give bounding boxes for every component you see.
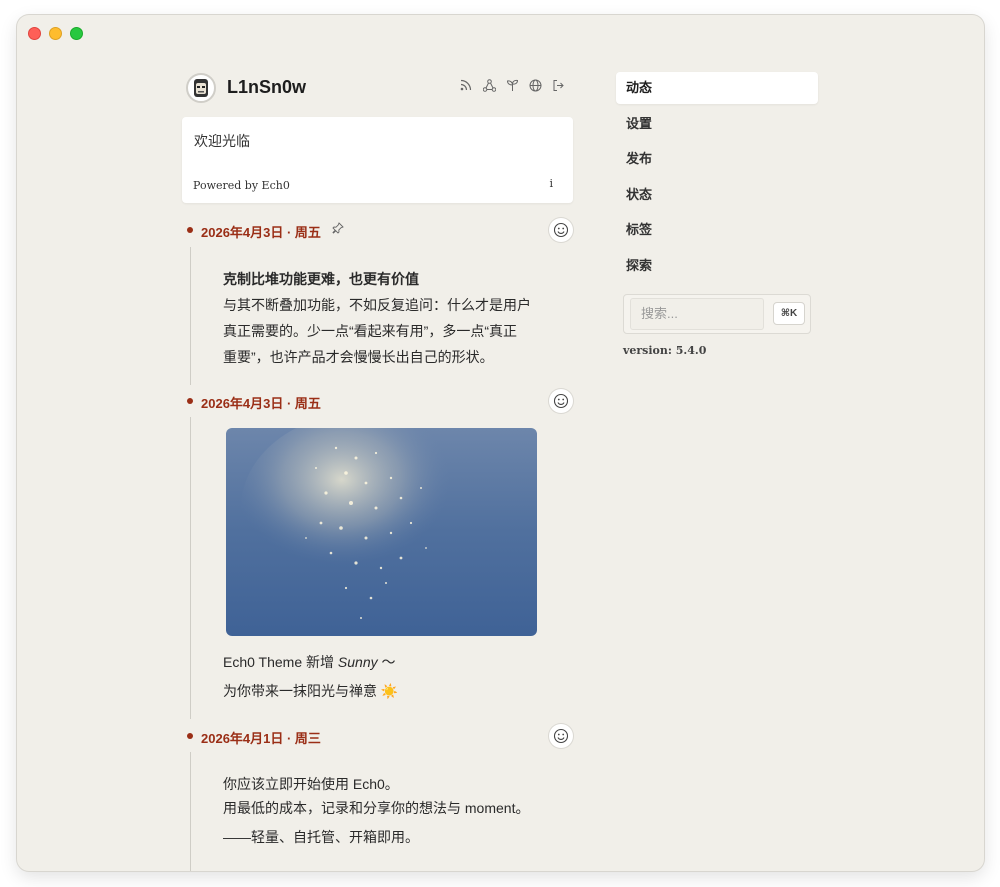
- welcome-text: 欢迎光临: [194, 133, 250, 149]
- post-line: Ech0 Theme 新增 Sunny ～: [223, 649, 553, 675]
- post-header: 2026年4月3日 · 周五: [182, 389, 573, 413]
- avatar[interactable]: [186, 73, 216, 103]
- reaction-button[interactable]: [549, 389, 573, 413]
- search-shortcut-button[interactable]: ⌘K: [773, 302, 805, 325]
- post-image[interactable]: [226, 428, 537, 636]
- logout-icon[interactable]: [551, 79, 565, 93]
- timeline-dot: [187, 733, 193, 739]
- timeline-line: [190, 247, 191, 385]
- post-date: 2026年4月3日 · 周五: [201, 396, 321, 411]
- search-input[interactable]: 搜索...: [630, 298, 764, 330]
- post-content: Ech0 Theme 新增 Sunny ～ 为你带来一抹阳光与禅意 ☀️: [223, 649, 553, 704]
- post-line: ——轻量、自托管、开箱即用。: [223, 829, 419, 845]
- rss-icon[interactable]: [459, 79, 473, 93]
- nav-item-tags[interactable]: 标签: [616, 214, 818, 246]
- close-window-button[interactable]: [28, 27, 41, 40]
- post-content: 克制比堆功能更难，也更有价值 与其不断叠加功能，不如反复追问：什么才是用户 真正…: [223, 267, 553, 370]
- nav-item-explore[interactable]: 探索: [616, 250, 818, 282]
- site-name[interactable]: L1nSn0w: [227, 77, 306, 98]
- share-icon[interactable]: [482, 79, 496, 93]
- nav-item-settings[interactable]: 设置: [616, 108, 818, 140]
- nav-item-moments[interactable]: 动态: [616, 72, 818, 104]
- profile-header: L1nSn0w: [185, 71, 575, 105]
- welcome-card: 欢迎光临 Powered by Ech0 i: [182, 117, 573, 203]
- nav-item-status[interactable]: 状态: [616, 179, 818, 211]
- timeline-line: [190, 417, 191, 719]
- timeline-line: [190, 752, 191, 871]
- post-text: Ech0 Theme 新增: [223, 654, 338, 670]
- info-icon[interactable]: i: [549, 177, 553, 190]
- post-line: 你应该立即开始使用 Ech0。: [223, 776, 399, 792]
- globe-icon[interactable]: [528, 79, 542, 93]
- post-line: 重要”，也许产品才会慢慢长出自己的形状。: [223, 349, 494, 365]
- nav-item-publish[interactable]: 发布: [616, 143, 818, 175]
- post-content: 你应该立即开始使用 Ech0。 用最低的成本，记录和分享你的想法与 moment…: [223, 772, 553, 849]
- post-line: 用最低的成本，记录和分享你的想法与 moment。: [223, 800, 530, 816]
- post-line: 为你带来一抹阳光与禅意 ☀️: [223, 683, 399, 699]
- post-title: 克制比堆功能更难，也更有价值: [223, 271, 419, 287]
- post-header: 2026年4月1日 · 周三: [182, 724, 573, 748]
- timeline-dot: [187, 227, 193, 233]
- minimize-window-button[interactable]: [49, 27, 62, 40]
- post-line: 真正需要的。少一点“看起来有用”，多一点“真正: [223, 323, 517, 339]
- reaction-button[interactable]: [549, 724, 573, 748]
- post-text-emphasis: Sunny: [337, 654, 378, 670]
- powered-by-text[interactable]: Powered by Ech0: [193, 179, 290, 192]
- reaction-button[interactable]: [549, 218, 573, 242]
- header-icons: [459, 79, 565, 93]
- window-controls: [28, 27, 83, 40]
- sprout-icon[interactable]: [505, 79, 519, 93]
- timeline-dot: [187, 398, 193, 404]
- post-date: 2026年4月1日 · 周三: [201, 731, 321, 746]
- post-text: ～: [377, 654, 396, 670]
- pin-icon: [332, 222, 344, 237]
- search-box: 搜索... ⌘K: [623, 294, 811, 334]
- maximize-window-button[interactable]: [70, 27, 83, 40]
- post-header: 2026年4月3日 · 周五: [182, 218, 573, 242]
- app-window: L1nSn0w 欢迎光临 Powered by Ech0 i 2026年4月3日…: [17, 15, 984, 871]
- post-line: 与其不断叠加功能，不如反复追问：什么才是用户: [223, 297, 531, 313]
- version-text: version: 5.4.0: [623, 344, 707, 357]
- post-date: 2026年4月3日 · 周五: [201, 225, 321, 240]
- sidebar-nav: 动态 设置 发布 状态 标签 探索: [616, 72, 818, 285]
